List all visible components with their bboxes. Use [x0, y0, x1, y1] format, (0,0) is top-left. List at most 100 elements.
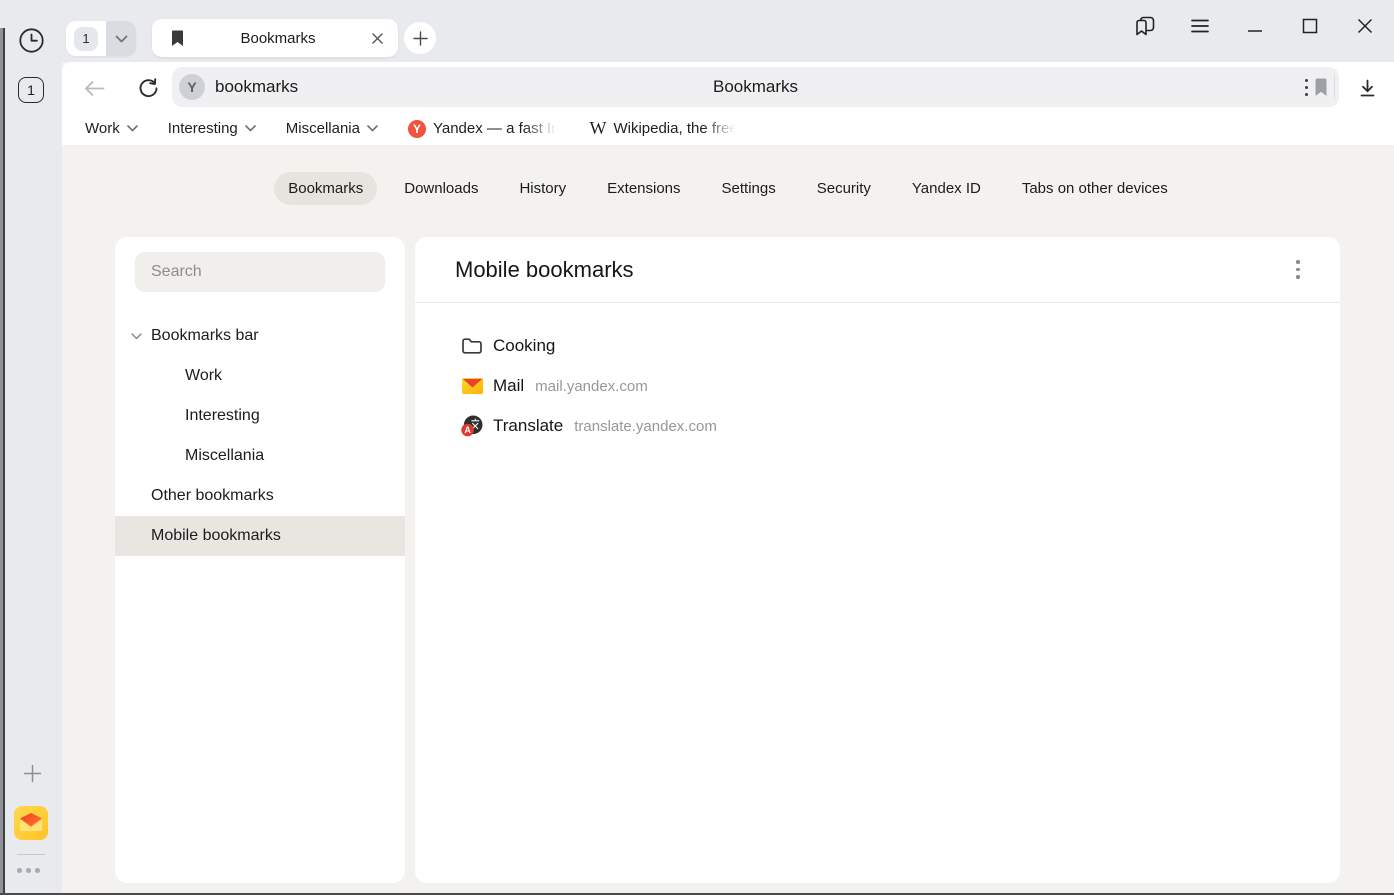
sidebar-item-mobile-bookmarks[interactable]: Mobile bookmarks [115, 516, 405, 556]
chevron-down-icon[interactable] [129, 333, 143, 340]
tab-group-control[interactable]: 1 [66, 21, 136, 56]
tab-count-badge: 1 [74, 27, 98, 51]
yandex-mail-favicon [461, 375, 483, 397]
tab-title: Bookmarks [185, 30, 371, 47]
item-label: Cooking [493, 336, 555, 356]
maximize-icon [1302, 18, 1318, 34]
bookmarks-bar-link-yandex[interactable]: Y Yandex — a fast In [408, 120, 559, 138]
folder-label: Work [85, 120, 120, 137]
list-item-cooking[interactable]: Cooking [461, 326, 1300, 366]
plus-icon [413, 31, 428, 46]
reload-icon [138, 78, 159, 99]
folder-menu-button[interactable] [1286, 258, 1310, 282]
back-button[interactable] [82, 76, 106, 100]
hamburger-menu-icon [1191, 19, 1209, 33]
download-icon [1357, 78, 1378, 99]
tab-group-count[interactable]: 1 [66, 21, 106, 56]
search-box[interactable] [135, 252, 385, 292]
page-content: Bookmarks Downloads History Extensions S… [62, 145, 1394, 895]
bookmarks-tree: Bookmarks bar Work Interesting Miscellan… [115, 316, 405, 556]
tab-group-expand-button[interactable] [106, 21, 136, 56]
minimize-button[interactable] [1241, 12, 1269, 40]
sidebar-item-miscellania[interactable]: Miscellania [115, 436, 405, 476]
sidebar-item-bookmarks-bar[interactable]: Bookmarks bar [115, 316, 405, 356]
tab-bookmarks[interactable]: Bookmarks [274, 172, 377, 205]
bookmarks-bar-link-wikipedia[interactable]: W Wikipedia, the free [589, 118, 737, 139]
rail-add-button[interactable] [20, 761, 44, 785]
item-url: translate.yandex.com [574, 418, 717, 435]
address-text: bookmarks [215, 77, 298, 97]
chevron-down-icon [127, 125, 138, 132]
folder-label: Interesting [168, 120, 238, 137]
tree-label: Interesting [185, 407, 260, 425]
close-window-button[interactable] [1351, 12, 1379, 40]
page-title: Bookmarks [172, 77, 1339, 97]
address-bar[interactable]: Y bookmarks Bookmarks [172, 67, 1339, 107]
bookmark-icon [170, 30, 185, 47]
chevron-down-icon [115, 35, 128, 43]
search-input[interactable] [135, 252, 385, 292]
tab-security[interactable]: Security [803, 172, 885, 205]
maximize-button[interactable] [1296, 12, 1324, 40]
panels-container: Bookmarks bar Work Interesting Miscellan… [115, 237, 1340, 883]
bookmarks-bar-folder-work[interactable]: Work [85, 120, 138, 137]
bookmarks-panel-icon [1133, 14, 1157, 38]
tree-label: Work [185, 367, 222, 385]
bookmark-list: Cooking Mail mail.yandex.com A Translat [415, 303, 1340, 446]
bookmarks-bar: Work Interesting Miscellania Y Yandex — … [62, 112, 1394, 145]
tab-settings[interactable]: Settings [708, 172, 790, 205]
rail-divider [17, 854, 45, 855]
close-icon [1357, 18, 1373, 34]
yandex-favicon: Y [408, 120, 426, 138]
minimize-icon [1247, 18, 1263, 34]
bookmarks-bar-folder-miscellania[interactable]: Miscellania [286, 120, 378, 137]
main-header: Mobile bookmarks [415, 237, 1340, 303]
tab-other-devices[interactable]: Tabs on other devices [1008, 172, 1182, 205]
toolbar-menu-button[interactable] [1294, 75, 1318, 99]
tab-downloads[interactable]: Downloads [390, 172, 492, 205]
tree-label: Other bookmarks [151, 487, 274, 505]
rail-tab-counter-button[interactable]: 1 [18, 77, 44, 103]
back-arrow-icon [84, 80, 105, 97]
downloads-button[interactable] [1354, 75, 1380, 101]
plus-icon [23, 764, 42, 783]
tree-label: Bookmarks bar [151, 327, 259, 345]
rail-more-button[interactable] [17, 868, 40, 873]
translate-a-glyph: A [464, 425, 471, 435]
panel-title: Mobile bookmarks [455, 257, 1286, 283]
list-item-mail[interactable]: Mail mail.yandex.com [461, 366, 1300, 406]
yandex-mail-app-button[interactable] [14, 806, 48, 840]
link-label: Wikipedia, the free [613, 120, 737, 137]
tab-history[interactable]: History [505, 172, 580, 205]
menu-button[interactable] [1186, 12, 1214, 40]
reload-button[interactable] [136, 76, 160, 100]
item-label: Mail [493, 376, 524, 396]
clock-icon [18, 27, 45, 54]
wikipedia-favicon: W [589, 118, 606, 139]
close-tab-icon[interactable] [371, 32, 384, 45]
site-badge-icon: Y [179, 74, 205, 100]
folder-icon [461, 335, 483, 357]
tab-extensions[interactable]: Extensions [593, 172, 694, 205]
chevron-down-icon [245, 125, 256, 132]
bookmarks-list-panel: Mobile bookmarks Cooking Mail [415, 237, 1340, 883]
sidebar-item-interesting[interactable]: Interesting [115, 396, 405, 436]
yandex-mail-app-icon [14, 806, 48, 840]
active-tab[interactable]: Bookmarks [152, 19, 398, 57]
browser-window: 1 Bookmarks Y bookmarks [0, 0, 1394, 895]
tree-label: Mobile bookmarks [151, 527, 281, 545]
list-item-translate[interactable]: A Translate translate.yandex.com [461, 406, 1300, 446]
bookmarks-panel-button[interactable] [1131, 12, 1159, 40]
window-left-edge [0, 28, 5, 895]
new-tab-button[interactable] [404, 22, 436, 54]
folder-label: Miscellania [286, 120, 360, 137]
sidebar-item-other-bookmarks[interactable]: Other bookmarks [115, 476, 405, 516]
tree-label: Miscellania [185, 447, 264, 465]
bookmarks-bar-folder-interesting[interactable]: Interesting [168, 120, 256, 137]
toolbar: Y bookmarks Bookmarks [62, 62, 1394, 112]
sidebar-item-work[interactable]: Work [115, 356, 405, 396]
toolbar-divider [1334, 75, 1335, 99]
tab-yandex-id[interactable]: Yandex ID [898, 172, 995, 205]
link-label: Yandex — a fast In [433, 120, 559, 137]
history-clock-button[interactable] [17, 26, 45, 54]
